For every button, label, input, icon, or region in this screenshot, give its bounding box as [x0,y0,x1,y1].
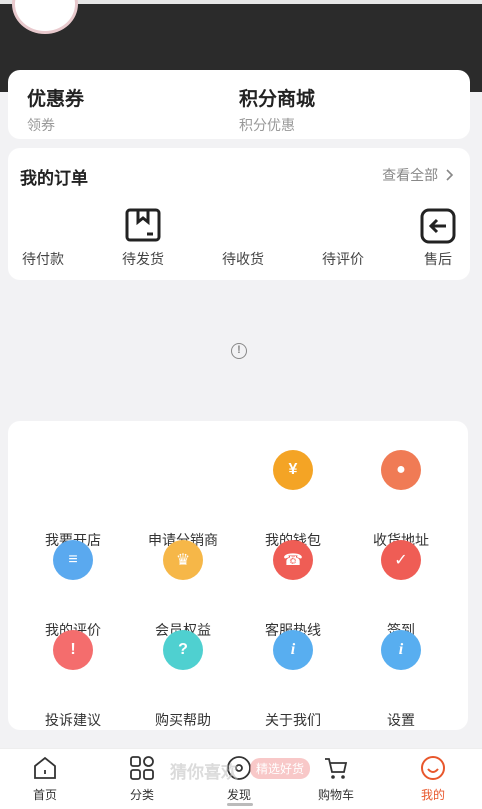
info-icon: ! [231,343,247,359]
tab-discover-label: 发现 [226,788,251,802]
wallet-coin-icon: ¥ [273,450,313,490]
orders-card: 我的订单 查看全部 待付款 待发货 待收货 待评价 售后 [8,148,470,280]
category-icon [130,756,154,780]
service-apply-distributor[interactable]: 申请分销商 [128,450,238,548]
profile-icon [421,756,445,780]
return-icon [420,208,456,244]
points-mall-title: 积分商城 [239,89,316,110]
order-pending-shipment-label: 待发货 [122,251,164,267]
home-indicator [227,803,253,806]
settings-info-icon: i [381,630,421,670]
tab-home-label: 首页 [32,788,57,802]
coupon-entry[interactable]: 优惠券 领券 [27,84,84,135]
document-icon: ≡ [53,540,93,580]
service-member-benefits[interactable]: ♛ 会员权益 [128,540,238,638]
view-all-orders-link[interactable]: 查看全部 [382,165,454,185]
help-icon: ? [163,630,203,670]
order-pending-shipment[interactable]: 待发货 [113,204,173,270]
location-pin-icon: ● [381,450,421,490]
service-my-wallet[interactable]: ¥ 我的钱包 [238,450,348,548]
service-complaints[interactable]: ! 投诉建议 [18,630,128,728]
service-my-reviews[interactable]: ≡ 我的评价 [18,540,128,638]
coupon-card: 优惠券 领券 积分商城 积分优惠 [8,70,470,139]
warning-icon: ! [53,630,93,670]
service-label: 关于我们 [265,712,321,728]
order-pending-payment-label: 待付款 [22,251,64,267]
service-purchase-help[interactable]: ? 购买帮助 [128,630,238,728]
service-label: 投诉建议 [45,712,101,728]
service-label: 设置 [387,712,415,728]
avatar[interactable] [12,0,78,34]
order-pending-review[interactable]: 待评价 [313,204,373,270]
services-card: 我要开店 申请分销商 ¥ 我的钱包 ● 收货地址 ≡ 我的评价 ♛ 会员权益 ☎… [8,421,468,730]
service-open-shop[interactable]: 我要开店 [18,450,128,548]
points-mall-subtitle: 积分优惠 [239,117,295,133]
service-check-in[interactable]: ✓ 签到 [346,540,456,638]
package-icon [125,208,161,242]
service-label: 购买帮助 [155,712,211,728]
order-after-sales[interactable]: 售后 [408,204,468,270]
tab-category-label: 分类 [129,788,154,802]
order-after-sales-label: 售后 [424,251,452,267]
tab-cart-label: 购物车 [317,788,354,802]
service-settings[interactable]: i 设置 [346,630,456,728]
order-pending-receipt-label: 待收货 [222,251,264,267]
crown-icon: ♛ [163,540,203,580]
bottom-tab-bar: 首页 分类 发现 购物车 我的 [0,748,482,809]
recommend-badge: 精选好货 [250,758,311,779]
home-icon [34,756,56,779]
service-customer-hotline[interactable]: ☎ 客服热线 [238,540,348,638]
recommend-heading: 猜你喜欢 [170,763,238,782]
order-pending-payment[interactable]: 待付款 [13,204,73,270]
tab-category[interactable]: 分类 [107,755,177,803]
tab-cart[interactable]: 购物车 [301,755,371,803]
order-pending-review-label: 待评价 [322,251,364,267]
service-about-us[interactable]: i 关于我们 [238,630,348,728]
coupon-title: 优惠券 [27,89,85,110]
cart-icon [325,758,348,779]
service-shipping-address[interactable]: ● 收货地址 [346,450,456,548]
tab-home[interactable]: 首页 [10,755,80,803]
chevron-right-icon [446,169,454,181]
calendar-check-icon: ✓ [381,540,421,580]
coupon-subtitle: 领券 [27,117,55,133]
headset-icon: ☎ [273,540,313,580]
tab-profile-label: 我的 [420,788,445,802]
orders-title: 我的订单 [20,169,88,188]
view-all-label: 查看全部 [382,167,439,183]
info-icon: i [273,630,313,670]
order-pending-receipt[interactable]: 待收货 [213,204,273,270]
points-mall-entry[interactable]: 积分商城 积分优惠 [239,84,315,135]
tab-profile[interactable]: 我的 [398,755,468,803]
